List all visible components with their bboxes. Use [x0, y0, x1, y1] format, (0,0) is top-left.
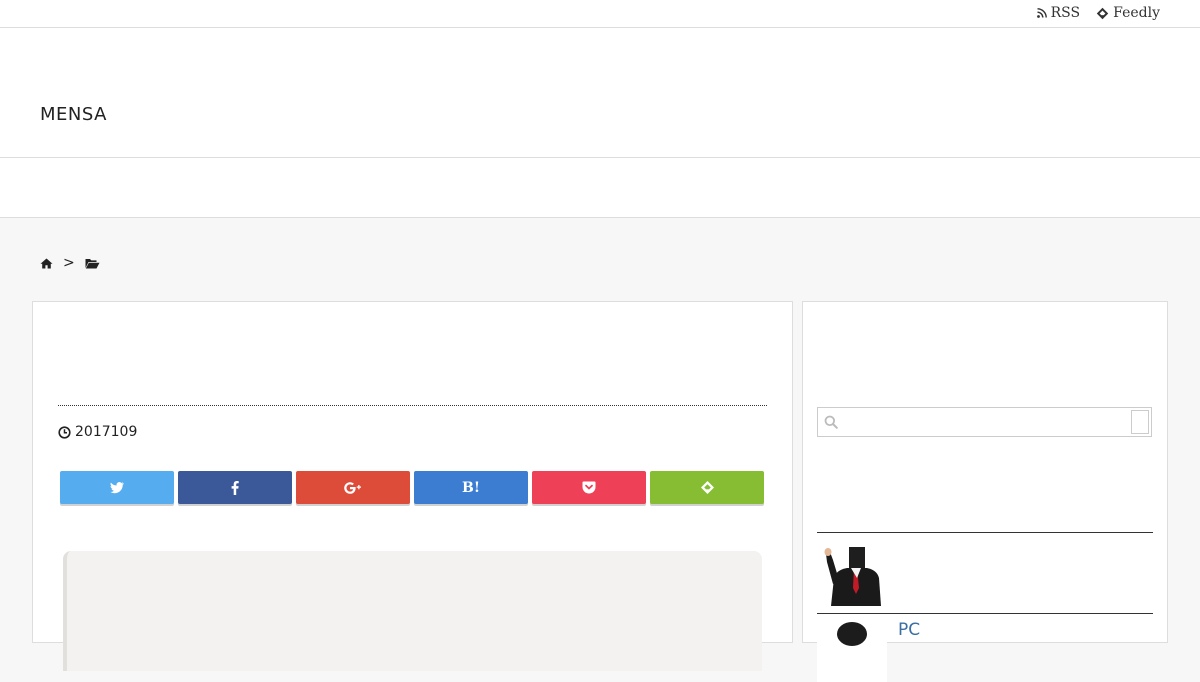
- sidebar-divider: [817, 613, 1153, 614]
- facebook-icon: [231, 480, 239, 495]
- clock-icon: [58, 425, 71, 439]
- post-date: 2017109: [58, 424, 137, 440]
- pocket-share-button[interactable]: [532, 471, 646, 504]
- search-icon: [824, 415, 838, 429]
- feedly-icon: [700, 481, 714, 494]
- google-plus-icon: [343, 481, 361, 494]
- feedly-icon: [1096, 7, 1109, 19]
- search-input[interactable]: [846, 410, 1126, 434]
- feedly-link[interactable]: Feedly: [1096, 5, 1160, 21]
- breadcrumb-separator: >: [63, 255, 75, 271]
- site-header: MENSA: [0, 28, 1200, 158]
- search-submit-button[interactable]: [1131, 410, 1149, 434]
- post-thumbnail[interactable]: [817, 620, 887, 682]
- sidebar-divider: [817, 532, 1153, 533]
- hatena-label: B!: [462, 479, 480, 496]
- twitter-icon: [110, 481, 124, 493]
- article-card: 2017109 B!: [32, 301, 793, 671]
- rss-icon: [1036, 8, 1047, 18]
- google-plus-share-button[interactable]: [296, 471, 410, 504]
- post-date-text: 2017109: [75, 424, 138, 440]
- top-bar: RSS Feedly: [0, 0, 1200, 28]
- rss-link[interactable]: RSS: [1036, 5, 1081, 21]
- folder-open-icon[interactable]: [85, 258, 100, 269]
- rss-label: RSS: [1050, 5, 1081, 21]
- breadcrumb: >: [40, 255, 100, 271]
- global-nav: [0, 158, 1200, 218]
- pocket-icon: [582, 481, 596, 494]
- home-icon[interactable]: [40, 258, 53, 269]
- title-divider: [58, 405, 767, 406]
- feedly-label: Feedly: [1113, 5, 1160, 21]
- facebook-share-button[interactable]: [178, 471, 292, 504]
- hatena-bookmark-button[interactable]: B!: [414, 471, 528, 504]
- sidebar: PC: [802, 301, 1168, 682]
- search-box: [817, 407, 1152, 437]
- site-title[interactable]: MENSA: [40, 104, 107, 125]
- featured-image: [63, 551, 762, 671]
- twitter-share-button[interactable]: [60, 471, 174, 504]
- top-links: RSS Feedly: [1036, 5, 1160, 21]
- post-link[interactable]: PC: [898, 620, 920, 640]
- post-thumbnail[interactable]: [817, 544, 887, 606]
- feedly-share-button[interactable]: [650, 471, 764, 504]
- share-buttons: B!: [60, 471, 764, 504]
